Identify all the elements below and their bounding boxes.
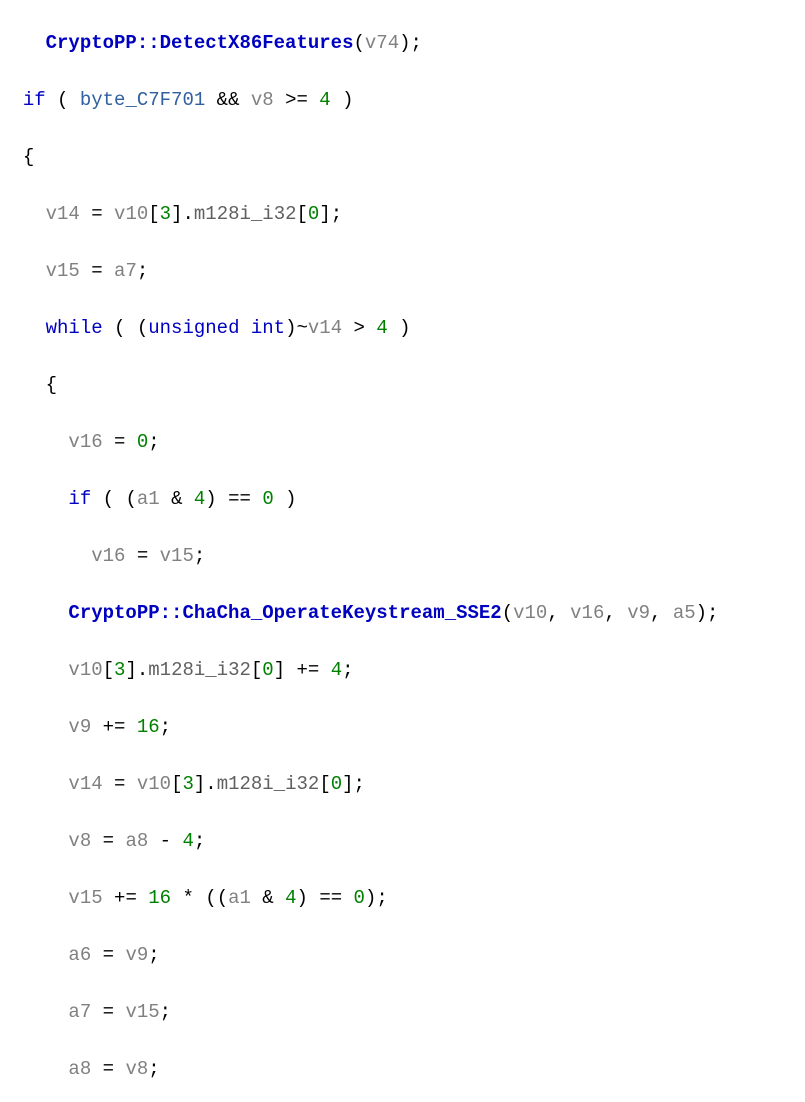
indent: [0, 716, 68, 738]
literal-4: 4: [319, 89, 330, 111]
type-unsigned: unsigned: [148, 317, 239, 339]
code-line: a7 = v15;: [0, 998, 805, 1027]
code-line: {: [0, 143, 805, 172]
indent: [0, 659, 68, 681]
var-v9: v9: [627, 602, 650, 624]
code-line: v14 = v10[3].m128i_i32[0];: [0, 200, 805, 229]
var-a5: a5: [673, 602, 696, 624]
code-viewer: CryptoPP::DetectX86Features(v74); if ( b…: [0, 0, 805, 1102]
member-m128: m128i_i32: [194, 203, 297, 225]
var-v15: v15: [46, 260, 80, 282]
code-line: v10[3].m128i_i32[0] += 4;: [0, 656, 805, 685]
function-call: DetectX86Features: [160, 32, 354, 54]
namespace: CryptoPP: [46, 32, 137, 54]
assign-op: =: [80, 203, 114, 225]
geq-op: >=: [274, 89, 320, 111]
type-int: int: [251, 317, 285, 339]
var-a8: a8: [125, 830, 148, 852]
literal-16: 16: [137, 716, 160, 738]
arg-v74: v74: [365, 32, 399, 54]
code-line: v16 = 0;: [0, 428, 805, 457]
var-a6: a6: [68, 944, 91, 966]
keyword-if: if: [23, 89, 46, 111]
and-op: &&: [205, 89, 251, 111]
code-line: v15 = a7;: [0, 257, 805, 286]
indent: [0, 1058, 68, 1080]
pluseq-op: +=: [285, 659, 331, 681]
indent: [0, 317, 46, 339]
indent: [0, 488, 68, 510]
var-a7: a7: [114, 260, 137, 282]
code-line: a6 = v9;: [0, 941, 805, 970]
indent: [0, 1001, 68, 1023]
indent: [0, 89, 23, 111]
bitand-op: &: [160, 488, 194, 510]
literal-0: 0: [308, 203, 319, 225]
var-v8: v8: [251, 89, 274, 111]
code-line: if ( (a1 & 4) == 0 ): [0, 485, 805, 514]
indent: [0, 944, 68, 966]
open-brace: {: [23, 146, 34, 168]
indent: [0, 146, 23, 168]
indent: [0, 602, 68, 624]
code-line: if ( byte_C7F701 && v8 >= 4 ): [0, 86, 805, 115]
semicolon: ;: [411, 32, 422, 54]
indent: [0, 773, 68, 795]
rparen: ): [399, 32, 410, 54]
mul-op: *: [171, 887, 205, 909]
indent: [0, 203, 46, 225]
code-line: v15 += 16 * ((a1 & 4) == 0);: [0, 884, 805, 913]
code-line: v14 = v10[3].m128i_i32[0];: [0, 770, 805, 799]
function-call: ChaCha_OperateKeystream_SSE2: [182, 602, 501, 624]
eqeq-op: ==: [217, 488, 263, 510]
code-line: CryptoPP::ChaCha_OperateKeystream_SSE2(v…: [0, 599, 805, 628]
var-v10: v10: [114, 203, 148, 225]
indent: [0, 32, 46, 54]
bitnot-op: ~: [297, 317, 308, 339]
indent: [0, 374, 46, 396]
global-var: byte_C7F701: [80, 89, 205, 111]
minus-op: -: [148, 830, 182, 852]
code-line: a8 = v8;: [0, 1055, 805, 1084]
literal-3: 3: [160, 203, 171, 225]
code-line: CryptoPP::DetectX86Features(v74);: [0, 29, 805, 58]
var-a1: a1: [137, 488, 160, 510]
indent: [0, 431, 68, 453]
code-line: v9 += 16;: [0, 713, 805, 742]
code-line: v16 = v15;: [0, 542, 805, 571]
code-line: v8 = a8 - 4;: [0, 827, 805, 856]
keyword-while: while: [46, 317, 103, 339]
indent: [0, 887, 68, 909]
code-line: {: [0, 371, 805, 400]
indent: [0, 260, 46, 282]
lparen: (: [353, 32, 364, 54]
indent: [0, 545, 91, 567]
code-line: while ( (unsigned int)~v14 > 4 ): [0, 314, 805, 343]
scope-op: ::: [137, 32, 160, 54]
indent: [0, 830, 68, 852]
var-v16: v16: [68, 431, 102, 453]
var-v14: v14: [46, 203, 80, 225]
